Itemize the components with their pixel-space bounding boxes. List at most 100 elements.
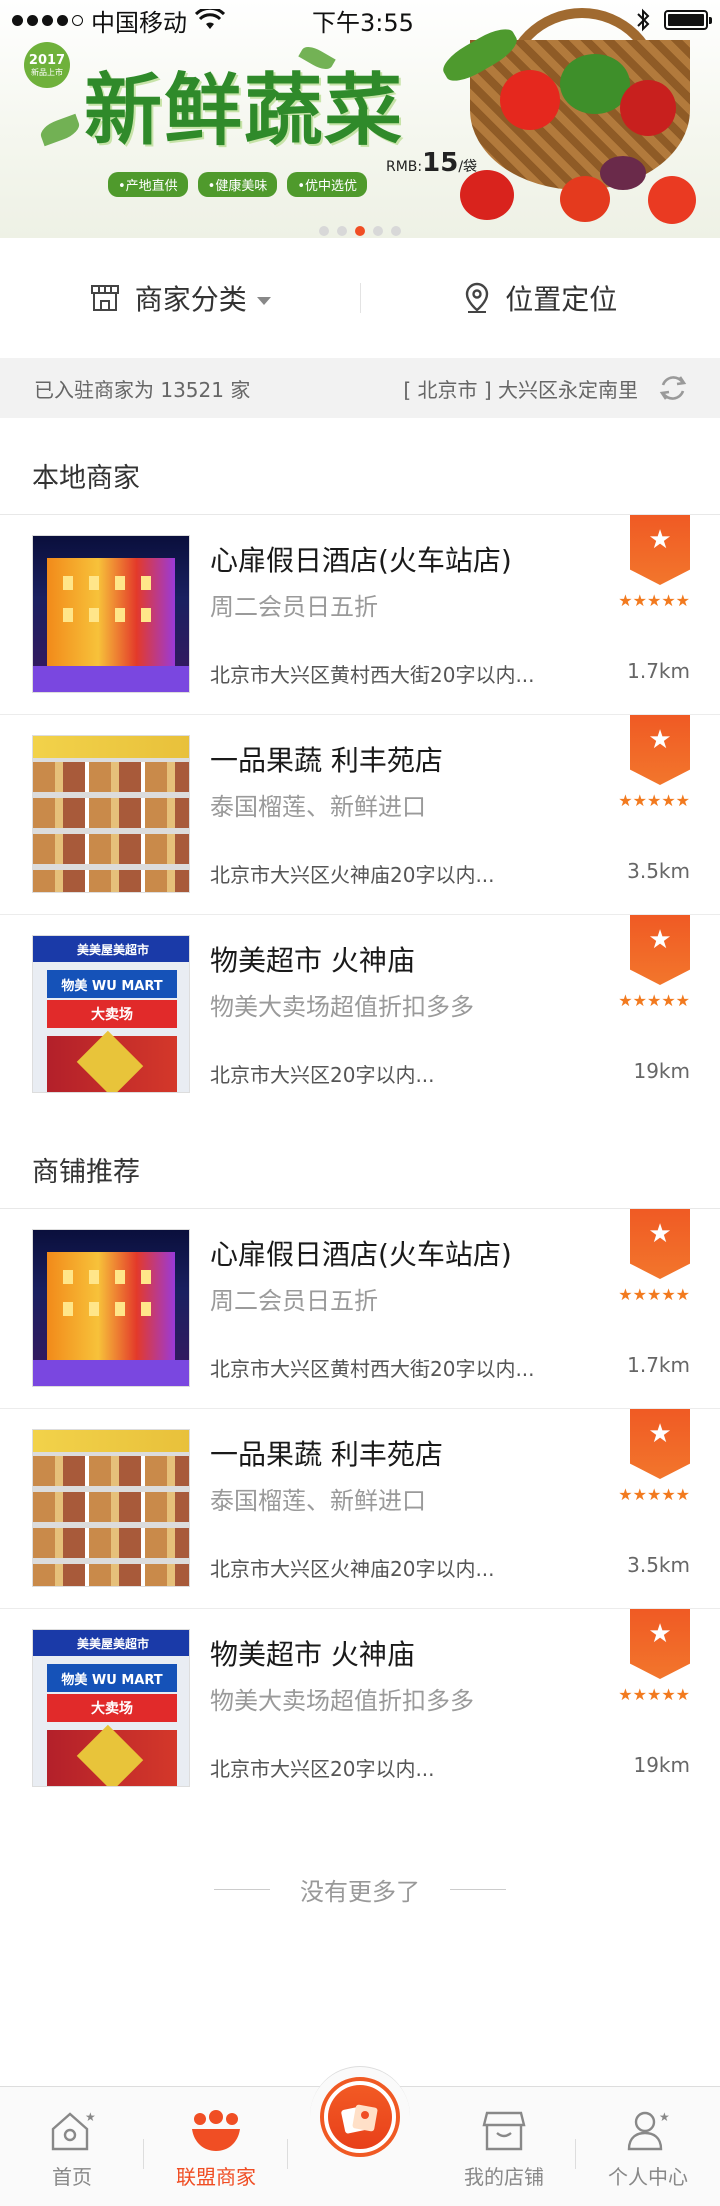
merchant-card[interactable]: 美美屋美超市 物美 WU MART 大卖场 物美超市 火神庙 物美大卖场超值折扣… — [0, 1609, 720, 1809]
favorite-star-ribbon-icon[interactable]: ★ — [630, 515, 690, 585]
merchant-distance: 19km — [633, 1059, 690, 1083]
chevron-down-icon — [256, 297, 271, 305]
tab-profile[interactable]: ★ 个人中心 — [576, 2087, 720, 2206]
merchant-card[interactable]: 一品果蔬 利丰苑店 泰国榴莲、新鲜进口 北京市大兴区火神庙20字以内... 3.… — [0, 715, 720, 915]
pager-dot-active[interactable] — [355, 226, 365, 236]
carrier-name: 中国移动 — [91, 8, 187, 37]
rating-stars: ★★★★★ — [618, 1285, 690, 1304]
merchant-promo: 泰国榴莲、新鲜进口 — [210, 1487, 426, 1515]
merchant-count: 已入驻商家为 13521 家 — [34, 377, 251, 402]
signal-icon — [12, 14, 83, 26]
favorite-star-ribbon-icon[interactable]: ★ — [630, 1209, 690, 1279]
supermarket-thumbnail: 美美屋美超市 物美 WU MART 大卖场 — [32, 935, 190, 1093]
banner-price: RMB:15/袋 — [386, 148, 478, 178]
pager-dot[interactable] — [373, 226, 383, 236]
tomato-illustration — [560, 176, 610, 222]
tab-my-store[interactable]: 我的店铺 — [432, 2087, 576, 2206]
favorite-star-ribbon-icon[interactable]: ★ — [630, 715, 690, 785]
bluetooth-icon — [637, 8, 650, 32]
banner-title: 新鲜蔬菜 — [84, 65, 405, 156]
divider — [214, 1889, 270, 1890]
merchant-name: 心扉假日酒店(火车站店) — [210, 1238, 512, 1271]
merchant-name: 一品果蔬 利丰苑店 — [210, 744, 443, 777]
rating-stars: ★★★★★ — [618, 591, 690, 610]
merchant-promo: 物美大卖场超值折扣多多 — [210, 1687, 474, 1715]
merchant-distance: 1.7km — [627, 659, 690, 683]
merchant-card[interactable]: 心扉假日酒店(火车站店) 周二会员日五折 北京市大兴区黄村西大街20字以内...… — [0, 515, 720, 715]
leaf-decoration — [37, 113, 83, 147]
location-pin-icon — [466, 282, 489, 313]
merchant-address: 北京市大兴区20字以内... — [210, 1063, 435, 1087]
hotel-thumbnail — [32, 1229, 190, 1387]
tab-label: 个人中心 — [608, 2165, 688, 2189]
pager-dot[interactable] — [391, 226, 401, 236]
rating-stars: ★★★★★ — [618, 1685, 690, 1704]
tomato-illustration — [460, 170, 514, 220]
tab-label: 首页 — [52, 2165, 92, 2189]
hotel-thumbnail — [32, 535, 190, 693]
banner-tag: •优中选优 — [287, 172, 368, 197]
merchant-promo: 泰国榴莲、新鲜进口 — [210, 793, 426, 821]
tab-label: 我的店铺 — [464, 2165, 544, 2189]
merchant-name: 心扉假日酒店(火车站店) — [210, 544, 512, 577]
clock: 下午3:55 — [312, 8, 414, 37]
merchant-distance: 3.5km — [627, 1553, 690, 1577]
refresh-icon[interactable] — [656, 371, 690, 405]
merchant-name: 一品果蔬 利丰苑店 — [210, 1438, 443, 1471]
svg-text:★: ★ — [659, 2110, 670, 2124]
red-envelope-button[interactable] — [310, 2066, 410, 2166]
merchant-card[interactable]: 一品果蔬 利丰苑店 泰国榴莲、新鲜进口 北京市大兴区火神庙20字以内... 3.… — [0, 1409, 720, 1609]
rating-stars: ★★★★★ — [618, 991, 690, 1010]
tab-home[interactable]: ★ 首页 — [0, 2087, 144, 2206]
pepper-illustration — [620, 80, 676, 136]
merchant-card[interactable]: 心扉假日酒店(火车站店) 周二会员日五折 北京市大兴区黄村西大街20字以内...… — [0, 1209, 720, 1409]
alliance-icon — [192, 2110, 240, 2151]
section-title-local: 本地商家 — [32, 463, 140, 494]
pager-dot[interactable] — [337, 226, 347, 236]
end-of-list-indicator: 没有更多了 — [0, 1872, 720, 1907]
current-location: [ 北京市 ] 大兴区永定南里 — [403, 377, 638, 402]
location-filter-button[interactable]: 位置定位 — [361, 278, 720, 318]
merchant-address: 北京市大兴区火神庙20字以内... — [210, 863, 495, 887]
status-bar: 中国移动 下午3:55 — [0, 0, 720, 40]
merchant-address: 北京市大兴区黄村西大街20字以内... — [210, 1357, 535, 1381]
banner-tag: •健康美味 — [197, 172, 278, 197]
shop-icon — [90, 285, 119, 311]
battery-icon — [664, 10, 712, 30]
pager-dot[interactable] — [319, 226, 329, 236]
merchant-promo: 周二会员日五折 — [210, 593, 378, 621]
merchant-card[interactable]: 美美屋美超市 物美 WU MART 大卖场 物美超市 火神庙 物美大卖场超值折扣… — [0, 915, 720, 1115]
merchant-distance: 1.7km — [627, 1353, 690, 1377]
no-more-text: 没有更多了 — [300, 1878, 420, 1906]
banner-tags: •产地直供 •健康美味 •优中选优 — [108, 172, 368, 197]
home-icon: ★ — [51, 2110, 95, 2151]
filter-bar: 商家分类 位置定位 — [0, 238, 720, 358]
supermarket-thumbnail: 美美屋美超市 物美 WU MART 大卖场 — [32, 1629, 190, 1787]
fruit-store-thumbnail — [32, 1429, 190, 1587]
favorite-star-ribbon-icon[interactable]: ★ — [630, 1609, 690, 1679]
wifi-icon — [195, 9, 225, 29]
onion-illustration — [600, 156, 646, 190]
merchant-address: 北京市大兴区20字以内... — [210, 1757, 435, 1781]
merchant-promo: 周二会员日五折 — [210, 1287, 378, 1315]
profile-icon: ★ — [627, 2110, 670, 2151]
year-badge: 2017 新品上市 — [24, 42, 70, 88]
svg-text:★: ★ — [85, 2110, 95, 2124]
tomato-illustration — [500, 70, 560, 130]
merchant-distance: 19km — [633, 1753, 690, 1777]
info-strip: 已入驻商家为 13521 家 [ 北京市 ] 大兴区永定南里 — [0, 358, 720, 418]
favorite-star-ribbon-icon[interactable]: ★ — [630, 915, 690, 985]
merchant-address: 北京市大兴区黄村西大街20字以内... — [210, 663, 535, 687]
merchant-name: 物美超市 火神庙 — [210, 944, 415, 977]
rating-stars: ★★★★★ — [618, 791, 690, 810]
rating-stars: ★★★★★ — [618, 1485, 690, 1504]
favorite-star-ribbon-icon[interactable]: ★ — [630, 1409, 690, 1479]
tab-label: 联盟商家 — [176, 2165, 256, 2189]
fruit-store-thumbnail — [32, 735, 190, 893]
tab-alliance[interactable]: 联盟商家 — [144, 2087, 288, 2206]
apple-illustration — [648, 176, 696, 224]
merchant-promo: 物美大卖场超值折扣多多 — [210, 993, 474, 1021]
category-filter-button[interactable]: 商家分类 — [0, 278, 360, 318]
category-filter-label: 商家分类 — [134, 283, 247, 316]
location-filter-label: 位置定位 — [505, 283, 618, 316]
